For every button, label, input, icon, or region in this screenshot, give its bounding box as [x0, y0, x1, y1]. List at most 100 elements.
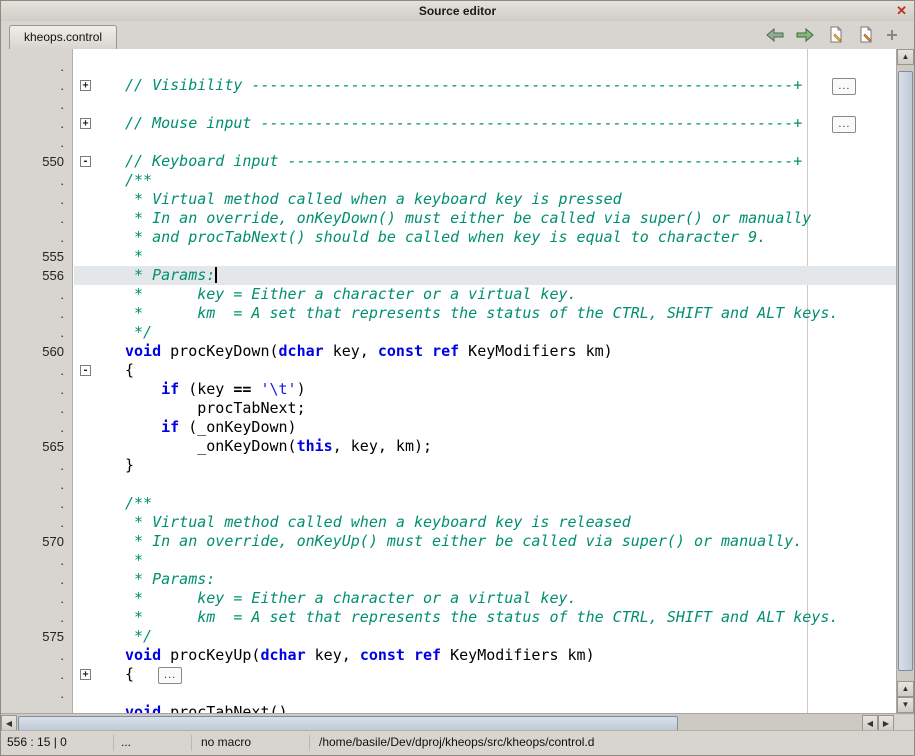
line-number[interactable]: . — [1, 171, 72, 190]
line-number[interactable]: . — [1, 76, 72, 95]
line-text: * In an override, onKeyUp() must either … — [125, 532, 802, 550]
code-line[interactable]: * Virtual method called when a keyboard … — [74, 190, 896, 209]
code-line[interactable]: if (key == '\t') — [74, 380, 896, 399]
code-area[interactable]: +// Visibility -------------------------… — [74, 49, 896, 713]
line-number[interactable]: . — [1, 703, 72, 713]
line-number[interactable]: . — [1, 114, 72, 133]
code-line[interactable]: procTabNext; — [74, 399, 896, 418]
line-number[interactable]: . — [1, 475, 72, 494]
code-line[interactable]: * In an override, onKeyUp() must either … — [74, 532, 896, 551]
scroll-up-button-2[interactable]: ▲ — [897, 681, 914, 697]
code-line[interactable] — [74, 684, 896, 703]
code-line[interactable]: * Params: — [74, 570, 896, 589]
tab-kheops-control[interactable]: kheops.control — [9, 25, 117, 49]
line-number[interactable]: . — [1, 665, 72, 684]
line-number[interactable]: . — [1, 380, 72, 399]
horizontal-scrollbar-thumb[interactable] — [18, 716, 678, 731]
code-line[interactable]: * km = A set that represents the status … — [74, 608, 896, 627]
line-number[interactable]: . — [1, 608, 72, 627]
line-number[interactable]: 565 — [1, 437, 72, 456]
nav-back-icon[interactable] — [766, 28, 784, 47]
line-number[interactable]: . — [1, 285, 72, 304]
code-line[interactable]: void procTabNext() — [74, 703, 896, 713]
document-edit-icon[interactable] — [858, 26, 874, 48]
line-text: } — [125, 456, 134, 474]
code-line[interactable]: * and procTabNext() should be called whe… — [74, 228, 896, 247]
close-icon[interactable]: ✕ — [896, 1, 907, 21]
line-number[interactable]: . — [1, 361, 72, 380]
line-number[interactable]: . — [1, 513, 72, 532]
code-line[interactable] — [74, 57, 896, 76]
document-new-icon[interactable] — [828, 26, 844, 48]
line-text: * — [125, 247, 143, 265]
code-line[interactable]: if (_onKeyDown) — [74, 418, 896, 437]
fold-expand-icon[interactable]: + — [80, 80, 91, 91]
fold-expand-icon[interactable]: + — [80, 118, 91, 129]
code-line[interactable] — [74, 475, 896, 494]
code-line[interactable]: * key = Either a character or a virtual … — [74, 589, 896, 608]
gutter[interactable]: .....550....555556...560....565....570..… — [1, 49, 73, 713]
line-number[interactable]: . — [1, 190, 72, 209]
line-number[interactable]: 575 — [1, 627, 72, 646]
code-line[interactable]: * Virtual method called when a keyboard … — [74, 513, 896, 532]
code-line[interactable]: */ — [74, 323, 896, 342]
code-line[interactable]: * — [74, 551, 896, 570]
line-number[interactable]: . — [1, 456, 72, 475]
fold-expand-icon[interactable]: + — [80, 669, 91, 680]
line-number[interactable]: 550 — [1, 152, 72, 171]
folded-region-box[interactable]: ... — [832, 116, 856, 133]
code-line[interactable]: * — [74, 247, 896, 266]
line-number[interactable]: . — [1, 323, 72, 342]
code-line[interactable]: + // Mouse input ------------------------… — [74, 114, 896, 133]
line-number[interactable]: . — [1, 494, 72, 513]
split-add-icon[interactable] — [886, 27, 898, 48]
fold-collapse-icon[interactable]: - — [80, 365, 91, 376]
fold-collapse-icon[interactable]: - — [80, 156, 91, 167]
left-arrow-icon: ◀ — [867, 719, 873, 728]
code-line[interactable]: void procKeyDown(dchar key, const ref Ke… — [74, 342, 896, 361]
code-line[interactable]: } — [74, 456, 896, 475]
line-number[interactable]: . — [1, 570, 72, 589]
tab-label: kheops.control — [24, 30, 102, 44]
code-line[interactable]: void procKeyUp(dchar key, const ref KeyM… — [74, 646, 896, 665]
vertical-scrollbar-thumb[interactable] — [898, 71, 913, 671]
line-number[interactable]: 555 — [1, 247, 72, 266]
line-number[interactable]: 570 — [1, 532, 72, 551]
line-number[interactable]: . — [1, 57, 72, 76]
line-number[interactable]: . — [1, 133, 72, 152]
line-number[interactable]: . — [1, 209, 72, 228]
code-line[interactable]: */ — [74, 627, 896, 646]
code-line[interactable]: /** — [74, 494, 896, 513]
code-line[interactable]: -// Keyboard input ---------------------… — [74, 152, 896, 171]
line-number[interactable]: . — [1, 95, 72, 114]
line-number[interactable]: . — [1, 551, 72, 570]
code-line[interactable]: _onKeyDown(this, key, km); — [74, 437, 896, 456]
code-line[interactable]: +// Visibility -------------------------… — [74, 76, 896, 95]
line-number[interactable]: . — [1, 684, 72, 703]
line-number[interactable]: 556 — [1, 266, 72, 285]
scroll-down-button[interactable]: ▼ — [897, 697, 914, 713]
line-number[interactable]: . — [1, 228, 72, 247]
line-number[interactable]: . — [1, 418, 72, 437]
code-line[interactable] — [74, 95, 896, 114]
vertical-scrollbar[interactable]: ▲ ▲ ▼ — [896, 49, 914, 713]
code-line[interactable]: * In an override, onKeyDown() must eithe… — [74, 209, 896, 228]
titlebar[interactable]: Source editor ✕ — [1, 1, 914, 22]
code-line[interactable]: /** — [74, 171, 896, 190]
line-number[interactable]: . — [1, 399, 72, 418]
code-line[interactable]: * key = Either a character or a virtual … — [74, 285, 896, 304]
folded-region-box[interactable]: ... — [158, 667, 182, 684]
line-number[interactable]: . — [1, 646, 72, 665]
code-line[interactable] — [74, 133, 896, 152]
line-number[interactable]: . — [1, 589, 72, 608]
folded-region-box[interactable]: ... — [832, 78, 856, 95]
code-line[interactable]: +{... — [74, 665, 896, 684]
line-number[interactable]: . — [1, 304, 72, 323]
line-number[interactable]: 560 — [1, 342, 72, 361]
scroll-up-button[interactable]: ▲ — [897, 49, 914, 65]
line-text: // Mouse input -------------------------… — [125, 114, 856, 132]
code-line[interactable]: * Params: — [74, 266, 896, 285]
nav-forward-icon[interactable] — [796, 28, 814, 47]
code-line[interactable]: * km = A set that represents the status … — [74, 304, 896, 323]
code-line[interactable]: -{ — [74, 361, 896, 380]
